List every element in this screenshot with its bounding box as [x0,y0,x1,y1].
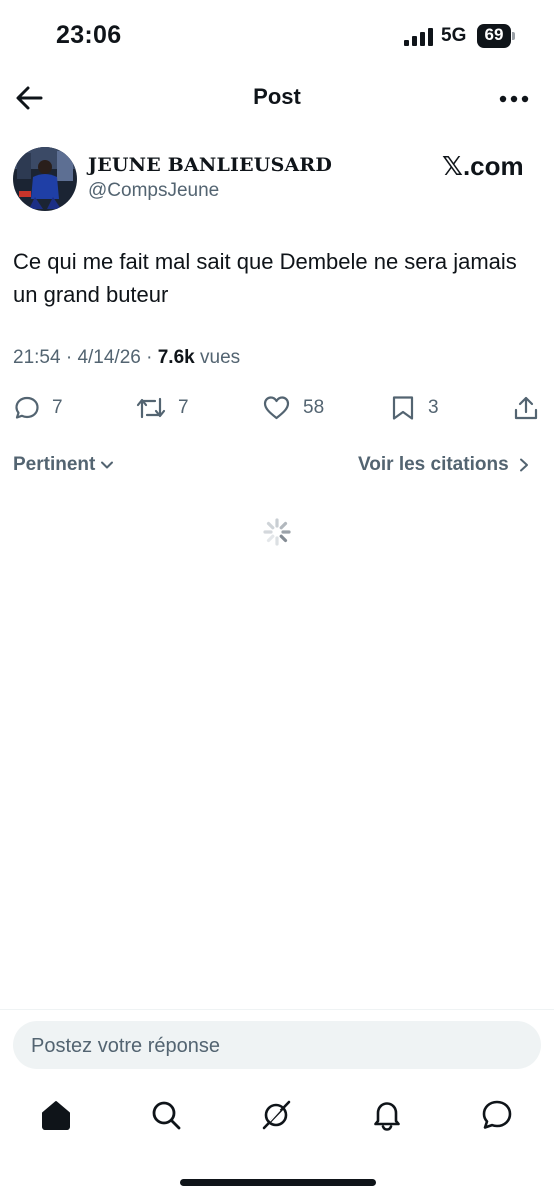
status-time: 23:06 [56,21,122,49]
sort-label: Pertinent [13,454,96,475]
avatar[interactable] [13,147,77,211]
heart-icon [263,396,290,420]
home-icon[interactable] [39,1098,73,1132]
like-count: 58 [303,397,325,418]
reply-placeholder: Postez votre réponse [31,1035,220,1057]
divider [0,1009,554,1010]
chevron-down-icon [101,461,114,469]
author-handle[interactable]: @CompsJeune [88,180,219,202]
bookmark-icon [392,396,414,420]
battery-icon: 69 [477,24,517,48]
repost-button[interactable]: 7 [136,394,189,422]
view-quotes-link[interactable]: Voir les citations [358,454,531,476]
reply-button[interactable]: 7 [14,394,63,422]
quotes-label: Voir les citations [358,454,509,475]
loading-spinner-icon [263,518,291,546]
search-icon[interactable] [149,1098,183,1132]
cellular-signal-icon [404,28,433,46]
views-label: vues [200,347,241,368]
repost-icon [136,397,166,419]
tweet-text: Ce qui me fait mal sait que Dembele ne s… [13,249,517,307]
reply-count: 7 [52,397,63,418]
tweet-meta: 21:54 · 4/14/26 · 7.6k vues [13,347,241,368]
share-icon [514,396,538,420]
x-com-watermark: 𝕏.com [442,151,524,181]
bookmark-button[interactable]: 3 [390,394,439,422]
reply-icon [15,396,39,419]
repost-count: 7 [178,397,189,418]
bookmark-count: 3 [428,397,439,418]
views-count: 7.6k [157,347,195,368]
battery-level: 69 [484,25,504,44]
sort-dropdown[interactable]: Pertinent [13,454,115,476]
network-type: 5G [441,25,467,46]
notifications-icon[interactable] [370,1098,404,1132]
page-title: Post [253,84,301,109]
like-button[interactable]: 58 [262,394,324,422]
chevron-right-icon [519,458,528,472]
messages-icon[interactable] [480,1098,514,1132]
grok-icon[interactable] [259,1098,293,1132]
tweet-time: 21:54 [13,347,61,368]
tweet-date: 4/14/26 [77,347,141,368]
home-indicator[interactable] [180,1179,376,1186]
author-display-name[interactable]: JEUNE BANLIEUSARD [88,154,332,176]
more-horizontal-icon[interactable] [499,94,529,104]
share-button[interactable] [513,394,539,422]
